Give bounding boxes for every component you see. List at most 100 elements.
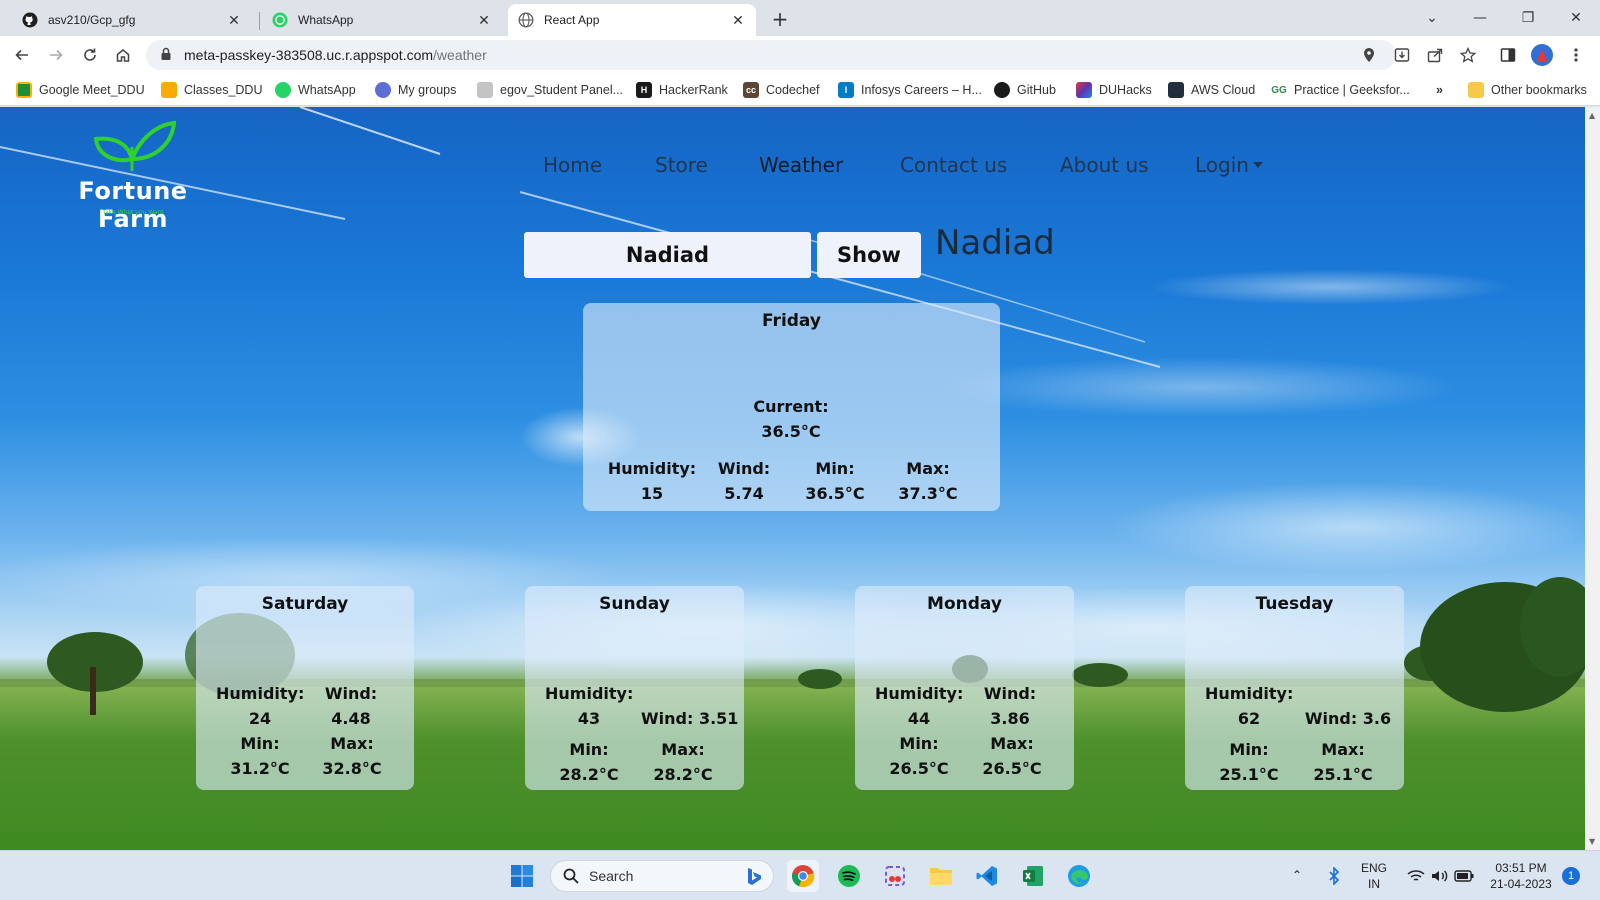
humidity-value: 24 — [248, 709, 272, 728]
close-icon[interactable]: ✕ — [730, 12, 746, 28]
vscode-taskbar-icon[interactable] — [971, 860, 1003, 892]
back-button[interactable] — [10, 43, 34, 67]
install-app-icon[interactable] — [1391, 44, 1413, 66]
bookmark-label: Practice | Geeksfor... — [1294, 83, 1410, 97]
logo-tagline: Take What you Want — [102, 209, 164, 216]
other-bookmarks-folder[interactable]: Other bookmarks — [1468, 81, 1587, 99]
new-tab-button[interactable]: + — [768, 8, 792, 32]
nav-weather[interactable]: Weather — [759, 153, 843, 177]
windows-start-icon[interactable] — [506, 860, 538, 892]
notification-badge[interactable]: 1 — [1562, 867, 1580, 885]
nav-login-dropdown[interactable]: Login — [1195, 153, 1263, 177]
reload-button[interactable] — [78, 43, 102, 67]
codechef-icon: cc — [743, 82, 759, 98]
tab-github[interactable]: asv210/Gcp_gfg ✕ — [12, 4, 252, 36]
bookmark-label: My groups — [398, 83, 457, 97]
battery-icon[interactable] — [1448, 860, 1480, 892]
bookmark-geeksforgeeks[interactable]: GG Practice | Geeksfor... — [1271, 81, 1410, 99]
url-path: /weather — [433, 47, 487, 63]
bookmark-infosys[interactable]: I Infosys Careers – H... — [838, 81, 982, 99]
share-icon[interactable] — [1424, 44, 1446, 66]
max-stat: Max: 32.8°C — [312, 731, 392, 781]
bookmark-whatsapp[interactable]: WhatsApp — [275, 81, 356, 99]
nav-about-us[interactable]: About us — [1060, 153, 1149, 177]
page-scrollbar[interactable]: ▲ ▼ — [1585, 107, 1600, 850]
spotify-taskbar-icon[interactable] — [833, 860, 865, 892]
excel-taskbar-icon[interactable] — [1017, 860, 1049, 892]
bookmark-my-groups[interactable]: My groups — [375, 81, 456, 99]
google-classroom-icon — [16, 82, 32, 98]
bookmark-star-icon[interactable] — [1457, 44, 1479, 66]
scroll-down-arrow-icon[interactable]: ▼ — [1589, 837, 1595, 846]
bookmark-duhacks[interactable]: DUHacks — [1076, 81, 1152, 99]
min-label: Min: — [815, 459, 855, 478]
scroll-up-arrow-icon[interactable]: ▲ — [1589, 111, 1595, 120]
minimize-button[interactable]: — — [1466, 6, 1494, 30]
tab-title: asv210/Gcp_gfg — [48, 13, 136, 27]
location-pin-icon[interactable] — [1358, 44, 1380, 66]
bing-icon[interactable] — [745, 867, 763, 890]
min-stat: Min: 26.5°C — [879, 731, 959, 781]
humidity-stat: Humidity: 15 — [605, 456, 699, 506]
show-hidden-icons-chevron-icon[interactable]: ⌃ — [1292, 867, 1302, 883]
address-bar[interactable]: meta-passkey-383508.uc.r.appspot.com/wea… — [146, 40, 1396, 70]
file-explorer-taskbar-icon[interactable] — [925, 860, 957, 892]
bookmark-hackerrank[interactable]: H HackerRank — [636, 81, 728, 99]
bookmark-classes[interactable]: Classes_DDU — [161, 81, 263, 99]
nav-home[interactable]: Home — [543, 153, 602, 177]
tab-react-app[interactable]: React App ✕ — [508, 4, 756, 36]
bookmark-google-meet[interactable]: Google Meet_DDU — [16, 81, 145, 99]
forecast-card-monday: Monday Humidity: 44 Wind: 3.86 Min: 26.5°C … — [855, 586, 1074, 790]
fortune-farm-logo[interactable]: Fortune Farm Take What you Want — [48, 119, 218, 233]
close-window-button[interactable]: ✕ — [1562, 6, 1590, 30]
chrome-taskbar-icon[interactable] — [787, 860, 819, 892]
edge-taskbar-icon[interactable] — [1063, 860, 1095, 892]
language-indicator[interactable]: ENG IN — [1361, 860, 1387, 892]
forward-button[interactable] — [44, 43, 68, 67]
side-panel-icon[interactable] — [1497, 44, 1519, 66]
max-value: 28.2°C — [653, 765, 713, 784]
day-label: Tuesday — [1255, 594, 1334, 614]
bluetooth-icon[interactable] — [1318, 860, 1350, 892]
nav-contact-us[interactable]: Contact us — [900, 153, 1007, 177]
wind-value: 3.51 — [698, 709, 739, 728]
bookmark-codechef[interactable]: cc Codechef — [743, 81, 820, 99]
browser-toolbar: meta-passkey-383508.uc.r.appspot.com/wea… — [0, 36, 1600, 74]
clock[interactable]: 03:51 PM 21-04-2023 — [1487, 860, 1555, 892]
more-menu-icon[interactable] — [1565, 44, 1587, 66]
wind-value: 5.74 — [724, 484, 764, 503]
region-code: IN — [1368, 877, 1380, 891]
max-label: Max: — [330, 734, 374, 753]
min-label: Min: — [1229, 740, 1269, 759]
nav-store[interactable]: Store — [655, 153, 708, 177]
tab-whatsapp[interactable]: WhatsApp ✕ — [262, 4, 502, 36]
snipping-tool-taskbar-icon[interactable] — [879, 860, 911, 892]
bookmarks-overflow-button[interactable]: » — [1436, 81, 1443, 99]
wind-label: Wind: — [717, 459, 771, 478]
wind-stat: Wind: 3.6 — [1303, 706, 1393, 731]
bookmark-github[interactable]: GitHub — [994, 81, 1056, 99]
city-search-input[interactable] — [524, 232, 811, 278]
tab-search-chevron-icon[interactable]: ⌄ — [1418, 6, 1446, 30]
classroom-icon — [161, 82, 177, 98]
restore-button[interactable]: ❐ — [1514, 6, 1542, 30]
max-value: 25.1°C — [1313, 765, 1373, 784]
wind-value: 3.86 — [990, 709, 1030, 728]
humidity-value: 44 — [907, 709, 931, 728]
close-icon[interactable]: ✕ — [476, 12, 492, 28]
bookmark-aws[interactable]: AWS Cloud — [1168, 81, 1255, 99]
profile-avatar[interactable] — [1531, 44, 1553, 66]
home-icon — [116, 49, 130, 62]
bookmark-label: Codechef — [766, 83, 820, 97]
globe-icon — [518, 12, 534, 28]
lock-icon[interactable] — [160, 47, 172, 64]
windows-taskbar: Search ⌃ ENG IN 03:51 PM 21-04-2023 1 — [0, 850, 1600, 900]
home-button[interactable] — [111, 43, 135, 67]
max-label: Max: — [990, 734, 1034, 753]
close-icon[interactable]: ✕ — [226, 12, 242, 28]
show-button[interactable]: Show — [817, 232, 921, 278]
egov-icon — [477, 82, 493, 98]
bookmark-egov[interactable]: egov_Student Panel... — [477, 81, 623, 99]
taskbar-search-box[interactable]: Search — [550, 860, 774, 892]
aws-icon — [1168, 82, 1184, 98]
